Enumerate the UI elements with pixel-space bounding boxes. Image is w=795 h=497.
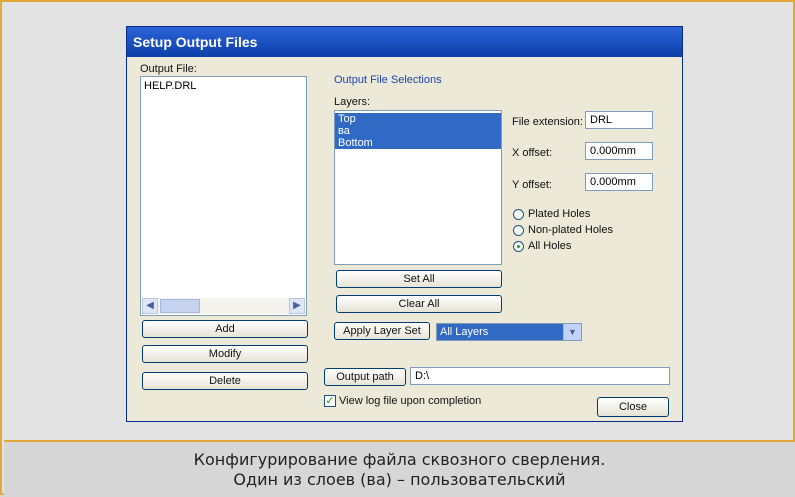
set-all-button[interactable]: Set All [336, 270, 502, 288]
figure-frame: Setup Output Files Output File: HELP.DRL… [0, 0, 795, 497]
output-file-list[interactable]: HELP.DRL ◀ ▶ [140, 76, 307, 316]
layer-item-bottom[interactable]: Bottom [335, 137, 501, 149]
view-log-checkbox[interactable]: ✓ [324, 395, 336, 407]
caption-line-1: Конфигурирование файла сквозного сверлен… [193, 450, 606, 469]
output-file-selections-label: Output File Selections [334, 74, 442, 86]
file-extension-label: File extension: [512, 116, 583, 128]
add-button[interactable]: Add [142, 320, 308, 338]
scroll-right-icon[interactable]: ▶ [289, 298, 305, 314]
output-path-button[interactable]: Output path [324, 368, 406, 386]
checkmark-icon: ✓ [325, 395, 335, 407]
caption-line-2: Один из слоев (ва) – пользовательский [233, 470, 566, 489]
dialog-title: Setup Output Files [133, 34, 258, 50]
x-offset-field[interactable]: 0.000mm [585, 142, 653, 160]
layer-item-va[interactable]: ва [335, 125, 501, 137]
chevron-down-icon[interactable]: ▼ [563, 324, 581, 340]
close-button[interactable]: Close [597, 397, 669, 417]
figure-caption: Конфигурирование файла сквозного сверлен… [4, 440, 795, 497]
non-plated-holes-label: Non-plated Holes [528, 224, 613, 236]
y-offset-label: Y offset: [512, 179, 552, 191]
layer-set-dropdown[interactable]: All Layers ▼ [436, 323, 582, 341]
layer-item-top[interactable]: Top [335, 113, 501, 125]
y-offset-field[interactable]: 0.000mm [585, 173, 653, 191]
radio-selected-dot-icon [517, 245, 520, 248]
all-holes-radio[interactable] [513, 241, 524, 252]
layers-list[interactable]: Top ва Bottom [334, 110, 502, 265]
file-extension-field[interactable]: DRL [585, 111, 653, 129]
horizontal-scrollbar[interactable]: ◀ ▶ [142, 298, 305, 314]
all-holes-label: All Holes [528, 240, 572, 252]
output-path-field[interactable]: D:\ [410, 367, 670, 385]
output-file-item[interactable]: HELP.DRL [141, 80, 306, 92]
plated-holes-label: Plated Holes [528, 208, 591, 220]
delete-button[interactable]: Delete [142, 372, 308, 390]
plated-holes-radio[interactable] [513, 209, 524, 220]
x-offset-label: X offset: [512, 147, 553, 159]
output-file-label: Output File: [140, 63, 197, 75]
scroll-left-icon[interactable]: ◀ [142, 298, 158, 314]
dialog-titlebar: Setup Output Files [127, 27, 682, 57]
clear-all-button[interactable]: Clear All [336, 295, 502, 313]
view-log-label: View log file upon completion [339, 395, 482, 407]
setup-output-files-dialog: Setup Output Files Output File: HELP.DRL… [126, 26, 683, 422]
layers-label: Layers: [334, 96, 371, 108]
layer-set-selected: All Layers [440, 326, 489, 338]
apply-layer-set-button[interactable]: Apply Layer Set [334, 322, 430, 340]
modify-button[interactable]: Modify [142, 345, 308, 363]
scroll-thumb[interactable] [160, 299, 200, 313]
non-plated-holes-radio[interactable] [513, 225, 524, 236]
